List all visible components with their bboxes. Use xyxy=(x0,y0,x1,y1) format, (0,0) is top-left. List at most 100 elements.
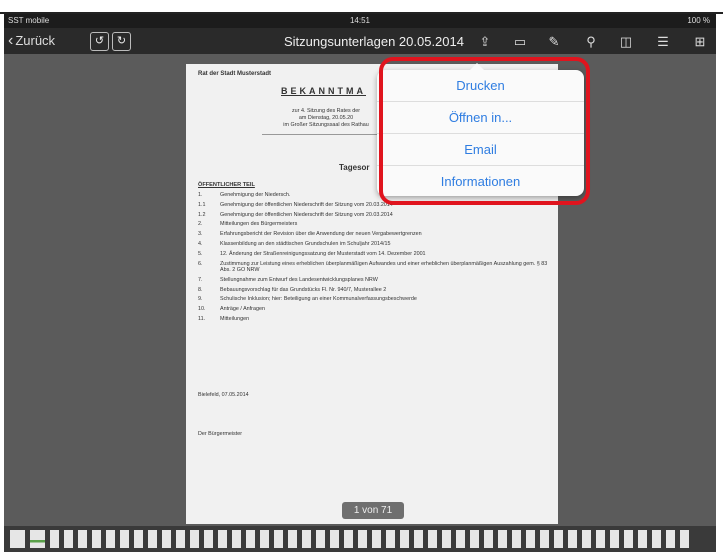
page-thumbnail[interactable] xyxy=(358,530,367,548)
agenda-number: 5. xyxy=(198,250,203,257)
page-thumbnail[interactable] xyxy=(386,530,395,548)
page-thumbnail[interactable] xyxy=(400,530,409,548)
page-indicator: 1 von 71 xyxy=(342,502,404,519)
meeting-info: zur 4. Sitzung des Rates der am Dienstag… xyxy=(266,108,386,129)
page-thumbnail[interactable] xyxy=(162,530,171,548)
page-thumbnail[interactable] xyxy=(666,530,675,548)
undo-icon[interactable]: ↺ xyxy=(90,32,109,51)
comment-icon[interactable]: ▭ xyxy=(512,34,528,50)
page-thumbnail[interactable] xyxy=(442,530,451,548)
page-thumbnail[interactable] xyxy=(456,530,465,548)
page-thumbnail[interactable] xyxy=(484,530,493,548)
page-thumbnail[interactable] xyxy=(64,530,73,548)
page-thumbnail[interactable] xyxy=(106,530,115,548)
agenda-number: 7. xyxy=(198,276,203,283)
page-thumbnail[interactable] xyxy=(274,530,283,548)
page-thumbnail[interactable] xyxy=(596,530,605,548)
page-thumbnail[interactable] xyxy=(498,530,507,548)
page-thumbnail[interactable] xyxy=(526,530,535,548)
back-button[interactable]: ‹ Zurück xyxy=(8,31,56,49)
back-label: Zurück xyxy=(15,33,56,48)
page-thumbnail[interactable] xyxy=(30,530,45,548)
document-date: Bielefeld, 07.05.2014 xyxy=(198,392,249,398)
thumbnail-strip[interactable] xyxy=(4,526,716,552)
page-thumbnail[interactable] xyxy=(344,530,353,548)
page-thumbnail[interactable] xyxy=(288,530,297,548)
page-thumbnail[interactable] xyxy=(428,530,437,548)
page-thumbnail[interactable] xyxy=(680,530,689,548)
section-heading: ÖFFENTLICHER TEIL xyxy=(198,182,255,188)
agenda-item: 4. Klassenbildung an den städtischen Grun… xyxy=(198,241,548,248)
agenda-item: 6. Zustimmung zur Leistung eines erheblic… xyxy=(198,261,548,274)
page-thumbnail[interactable] xyxy=(10,530,25,548)
meeting-info-line: im Großer Sitzungssaal des Rathau xyxy=(283,122,369,128)
organization-name: Rat der Stadt Musterstadt xyxy=(198,71,272,77)
meeting-info-line: am Dienstag, 20.05.20 xyxy=(298,115,354,121)
agenda-item: 8. Bebauungsvorschlag für das Grundstücks… xyxy=(198,287,548,294)
page-thumbnail[interactable] xyxy=(330,530,339,548)
agenda-number: 9. xyxy=(198,296,203,303)
page-thumbnail[interactable] xyxy=(316,530,325,548)
page-thumbnail[interactable] xyxy=(540,530,549,548)
edit-icon[interactable]: ✎ xyxy=(546,34,562,50)
page-thumbnail[interactable] xyxy=(624,530,633,548)
agenda-number: 1. xyxy=(198,192,203,198)
agenda-text: Bebauungsvorschlag für das Grundstücks F… xyxy=(220,286,387,293)
page-thumbnail[interactable] xyxy=(372,530,381,548)
page-thumbnail[interactable] xyxy=(232,530,241,548)
agenda-number: 1.2 xyxy=(198,211,206,218)
page-thumbnail[interactable] xyxy=(610,530,619,548)
grid-icon[interactable]: ⊞ xyxy=(692,34,708,50)
agenda-item: 11. Mitteilungen xyxy=(198,316,548,323)
clock: 14:51 xyxy=(349,16,371,25)
list-icon[interactable]: ☰ xyxy=(655,34,671,50)
agenda-text: Zustimmung zur Leistung eines erhebliche… xyxy=(220,260,548,274)
agenda-item: 2. Mitteilungen des Bürgermeisters xyxy=(198,221,548,228)
book-icon[interactable]: ◫ xyxy=(618,34,634,50)
page-thumbnail[interactable] xyxy=(218,530,227,548)
share-icon[interactable]: ⇪ xyxy=(477,34,493,50)
page-thumbnail[interactable] xyxy=(120,530,129,548)
agenda-item: 1.2 Genehmigung der öffentlichen Niedersc… xyxy=(198,212,548,219)
agenda-text: Klassenbildung an den städtischen Grunds… xyxy=(220,240,391,247)
agenda-text: Schulische Inklusion; hier: Beteiligung … xyxy=(220,296,417,303)
agenda-list: 1. Genehmigung der Niedersch. 1.1 Genehmig… xyxy=(198,192,548,326)
page-thumbnail[interactable] xyxy=(582,530,591,548)
page-thumbnail[interactable] xyxy=(260,530,269,548)
page-thumbnail[interactable] xyxy=(512,530,521,548)
agenda-text: Erfahrungsbericht der Revision über die … xyxy=(220,231,422,238)
page-thumbnail[interactable] xyxy=(568,530,577,548)
ipad-screen: SST mobile 14:51 100 % ‹ Zurück ↺ ↻ Sitz… xyxy=(4,14,716,552)
page-thumbnail[interactable] xyxy=(470,530,479,548)
agenda-title: Tagesor xyxy=(339,163,370,172)
search-icon[interactable]: ⚲ xyxy=(583,34,599,50)
document-heading: BEKANNTMA xyxy=(281,86,366,96)
agenda-number: 3. xyxy=(198,231,203,238)
document-viewer[interactable]: Rat der Stadt Musterstadt BEKANNTMA zur … xyxy=(4,54,716,526)
agenda-text: Stellungnahme zum Entwurf des Landesentw… xyxy=(220,276,378,283)
redo-icon[interactable]: ↻ xyxy=(112,32,131,51)
page-thumbnail[interactable] xyxy=(652,530,661,548)
page-thumbnail[interactable] xyxy=(134,530,143,548)
page-thumbnail[interactable] xyxy=(50,530,59,548)
page-thumbnail[interactable] xyxy=(190,530,199,548)
agenda-number: 8. xyxy=(198,286,203,293)
page-thumbnail[interactable] xyxy=(302,530,311,548)
page-thumbnail[interactable] xyxy=(176,530,185,548)
agenda-item: 3. Erfahrungsbericht der Revision über di… xyxy=(198,231,548,238)
agenda-number: 4. xyxy=(198,240,203,247)
page-thumbnail[interactable] xyxy=(92,530,101,548)
meeting-info-line: zur 4. Sitzung des Rates der xyxy=(291,108,361,114)
signature-label: Der Bürgermeister xyxy=(198,431,243,437)
status-bar: SST mobile 14:51 100 % xyxy=(4,14,716,28)
screen-top-border xyxy=(0,0,723,14)
page-thumbnail[interactable] xyxy=(554,530,563,548)
page-thumbnail[interactable] xyxy=(414,530,423,548)
agenda-number: 2. xyxy=(198,221,203,228)
page-thumbnail[interactable] xyxy=(246,530,255,548)
page-thumbnail[interactable] xyxy=(638,530,647,548)
page-thumbnail[interactable] xyxy=(78,530,87,548)
page-thumbnail[interactable] xyxy=(204,530,213,548)
chevron-left-icon: ‹ xyxy=(8,31,14,49)
page-thumbnail[interactable] xyxy=(148,530,157,548)
